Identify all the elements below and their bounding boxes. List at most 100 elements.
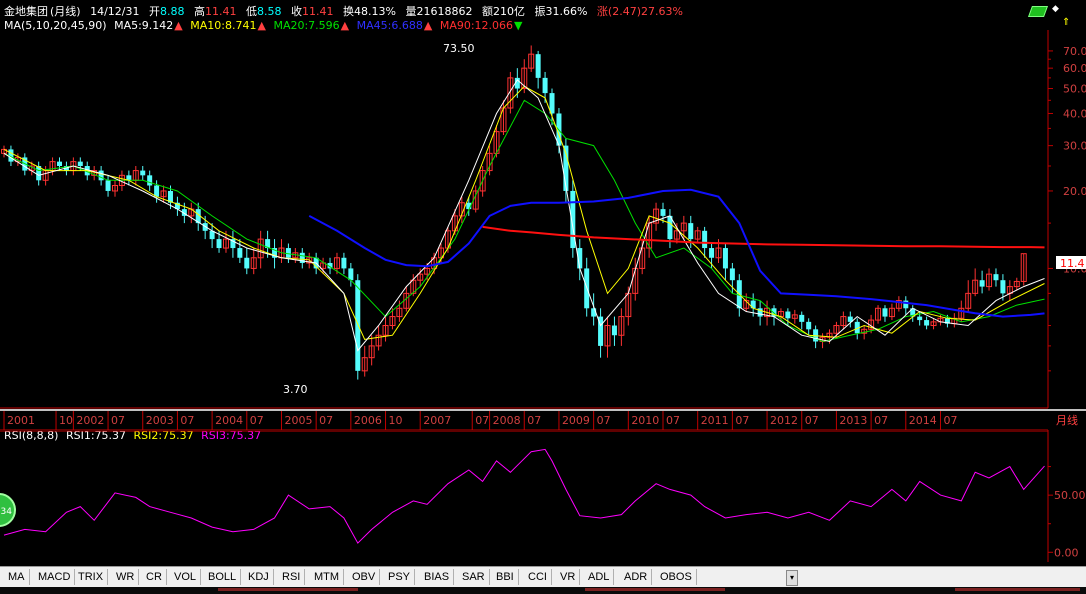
time-tick-label: 07 (735, 414, 749, 427)
candle-down (660, 209, 666, 216)
time-tick-label: 2001 (7, 414, 35, 427)
candle-down (611, 325, 617, 336)
time-tick-label: 07 (250, 414, 264, 427)
time-tick-label: 07 (475, 414, 489, 427)
ma90-line (482, 225, 1045, 249)
candle-down (882, 308, 888, 317)
min-price-label: 3.70 (283, 383, 308, 396)
time-tick-label: 2003 (146, 414, 174, 427)
tab-vr[interactable]: VR (556, 569, 581, 585)
time-tick-label: 2013 (839, 414, 867, 427)
price-tick-label: 70.00 (1063, 45, 1086, 58)
candle-down (355, 280, 361, 371)
period-axis-label: 月线 (1056, 413, 1078, 427)
tab-cr[interactable]: CR (142, 569, 167, 585)
time-tick-label: 07 (527, 414, 541, 427)
candle-down (285, 248, 291, 258)
tab-cci[interactable]: CCI (524, 569, 552, 585)
candle-down (806, 321, 812, 330)
tab-macd[interactable]: MACD (34, 569, 76, 585)
time-tick-label: 07 (597, 414, 611, 427)
candle-down (216, 239, 222, 249)
candle-down (341, 257, 347, 269)
price-tick-label: 60.00 (1063, 62, 1086, 75)
tab-ma[interactable]: MA (4, 569, 30, 585)
tab-bbi[interactable]: BBI (492, 569, 519, 585)
candle-down (154, 185, 160, 197)
time-tick-label: 2005 (284, 414, 312, 427)
time-axis-bar (0, 409, 1086, 411)
tab-vol[interactable]: VOL (170, 569, 202, 585)
rsi-tick-label: 50.00 (1054, 489, 1086, 502)
tab-psy[interactable]: PSY (384, 569, 416, 585)
rsi-tick-label: 0.00 (1054, 546, 1079, 559)
time-tick-label: 2007 (423, 414, 451, 427)
price-tick-label: 50.00 (1063, 83, 1086, 96)
ma45-line (308, 188, 1045, 318)
candle-down (729, 268, 735, 281)
time-tick-label: 07 (874, 414, 888, 427)
candle-down (105, 180, 111, 191)
tab-adr[interactable]: ADR (620, 569, 653, 585)
candle-down (542, 77, 548, 94)
candle-down (348, 268, 354, 281)
price-chart[interactable]: 70.0060.0050.0040.0030.0020.0010.00 2001… (0, 0, 1086, 430)
candle-down (799, 314, 805, 322)
tab-kdj[interactable]: KDJ (244, 569, 274, 585)
rsi-axis: 50.00 0.00 (1048, 466, 1086, 559)
candle-down (979, 280, 985, 287)
candle-down (244, 257, 250, 269)
candle-down (77, 161, 83, 167)
time-tick-label: 2004 (215, 414, 243, 427)
tab-mtm[interactable]: MTM (310, 569, 345, 585)
time-tick-label: 07 (805, 414, 819, 427)
tab-wr[interactable]: WR (112, 569, 140, 585)
last-price-label: 11.4 (1060, 257, 1085, 270)
ma20-line (3, 99, 1045, 343)
time-tick-label: 2010 (631, 414, 659, 427)
tab-trix[interactable]: TRIX (74, 569, 109, 585)
tab-rsi[interactable]: RSI (278, 569, 306, 585)
candle-down (237, 248, 243, 258)
price-tick-label: 30.00 (1063, 140, 1086, 153)
time-tick-label: 2008 (493, 414, 521, 427)
rsi-chart[interactable]: 50.00 0.00 (0, 430, 1086, 565)
candle-down (917, 316, 923, 321)
indicator-tab-bar: MA MACD TRIX WR CR VOL BOLL KDJ RSI MTM OBV PSY BIAS… (0, 566, 1086, 587)
candle-down (56, 161, 62, 167)
time-tick-label: 2002 (76, 414, 104, 427)
status-segment (955, 588, 1080, 591)
candle-down (1000, 280, 1006, 294)
candles (1, 45, 1027, 380)
candle-down (785, 311, 791, 319)
tab-obos[interactable]: OBOS (656, 569, 697, 585)
price-tick-label: 20.00 (1063, 185, 1086, 198)
time-axis: 2001 10 2002 07 2003 07 2004 07 2005 07 2006 10 2007… (0, 409, 1086, 430)
time-tick-label: 07 (319, 414, 333, 427)
time-tick-label: 07 (111, 414, 125, 427)
candle-down (709, 248, 715, 258)
rsi-line (3, 448, 1045, 544)
candle-down (924, 320, 930, 326)
candle-down (147, 175, 153, 186)
time-tick-label: 07 (180, 414, 194, 427)
candle-down (702, 230, 708, 249)
candle-down (722, 248, 728, 269)
candle-down (535, 54, 541, 78)
price-tick-label: 40.00 (1063, 107, 1086, 120)
rsi3-line (3, 448, 1045, 544)
tab-adl[interactable]: ADL (584, 569, 615, 585)
tab-sar[interactable]: SAR (458, 569, 490, 585)
status-segment (218, 588, 358, 591)
ma-lines (3, 79, 1045, 352)
status-strip (0, 587, 1086, 594)
time-tick-label: 07 (943, 414, 957, 427)
tab-boll[interactable]: BOLL (204, 569, 242, 585)
time-tick-label: 2009 (562, 414, 590, 427)
tab-obv[interactable]: OBV (348, 569, 381, 585)
tab-bias[interactable]: BIAS (420, 569, 455, 585)
ma5-line (3, 79, 1045, 352)
time-tick-label: 2014 (909, 414, 937, 427)
time-tick-label: 10 (59, 414, 73, 427)
tab-scroll-icon[interactable]: ▾ (786, 570, 798, 586)
